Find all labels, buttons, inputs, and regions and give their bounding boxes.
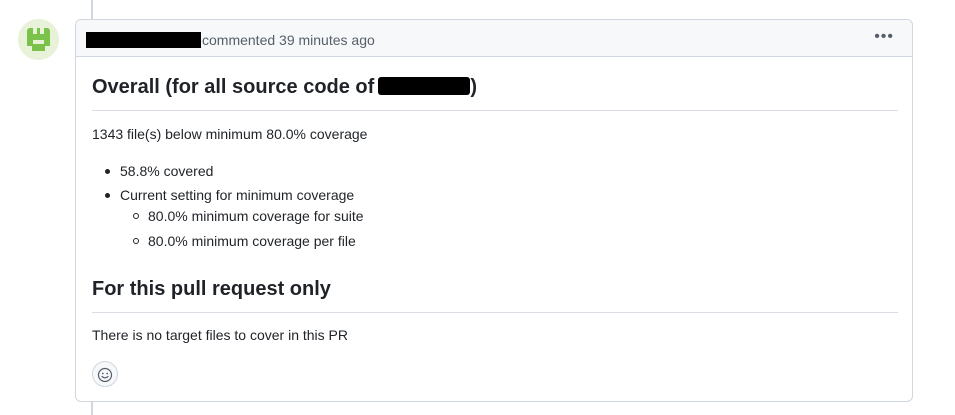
circle-bullet bbox=[133, 238, 139, 244]
list-item: Current setting for minimum coverage bbox=[105, 185, 355, 205]
current-setting-text: Current setting for minimum coverage bbox=[120, 187, 355, 203]
suite-minimum-text: 80.0% minimum coverage for suite bbox=[148, 208, 364, 224]
kebab-horizontal-icon[interactable]: ••• bbox=[874, 28, 894, 46]
smiley-icon bbox=[97, 367, 113, 383]
sub-list-item: 80.0% minimum coverage per file bbox=[133, 231, 356, 251]
coverage-summary: 1343 file(s) below minimum 80.0% coverag… bbox=[92, 126, 368, 142]
bullet bbox=[105, 193, 110, 198]
heading-overall-text: Overall (for all source code of bbox=[92, 76, 375, 98]
heading-overall: Overall (for all source code of) bbox=[92, 73, 898, 111]
bot-avatar-icon[interactable] bbox=[18, 19, 59, 60]
sub-list-item: 80.0% minimum coverage for suite bbox=[133, 206, 364, 226]
add-reaction-button[interactable] bbox=[92, 361, 118, 387]
comment-box: commented 39 minutes ago ••• Overall (fo… bbox=[75, 19, 913, 402]
comment-header: commented 39 minutes ago ••• bbox=[76, 20, 912, 57]
bullet bbox=[105, 169, 110, 174]
list-item: 58.8% covered bbox=[105, 161, 214, 181]
comment-timestamp[interactable]: commented 39 minutes ago bbox=[202, 31, 375, 49]
project-name-redacted bbox=[378, 77, 471, 95]
heading-overall-close: ) bbox=[470, 76, 477, 98]
pr-note: There is no target files to cover in thi… bbox=[92, 327, 348, 343]
covered-text: 58.8% covered bbox=[120, 163, 214, 179]
file-minimum-text: 80.0% minimum coverage per file bbox=[148, 233, 356, 249]
author-name-redacted[interactable] bbox=[86, 32, 201, 48]
circle-bullet bbox=[133, 213, 139, 219]
heading-pull-request: For this pull request only bbox=[92, 275, 898, 313]
